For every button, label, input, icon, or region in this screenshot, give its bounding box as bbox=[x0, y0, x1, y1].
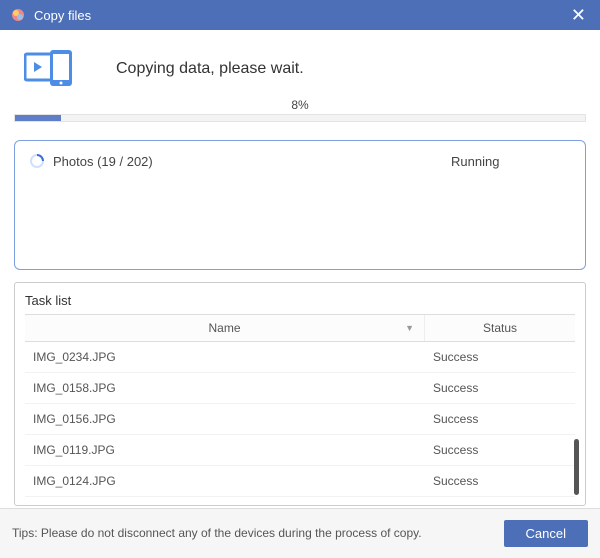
task-list-panel: Task list Name ▼ Status IMG_0234.JPG Suc… bbox=[14, 282, 586, 506]
cell-status: Success bbox=[425, 404, 575, 434]
column-header-status-label: Status bbox=[483, 321, 517, 335]
cell-name: IMG_0156.JPG bbox=[25, 404, 425, 434]
tips-text: Tips: Please do not disconnect any of th… bbox=[12, 525, 504, 541]
progress-percent-label: 8% bbox=[14, 98, 586, 112]
cell-name: IMG_0234.JPG bbox=[25, 342, 425, 372]
progress-bar bbox=[14, 114, 586, 122]
table-row: IMG_0158.JPG Success bbox=[25, 373, 575, 404]
cell-name: IMG_0119.JPG bbox=[25, 435, 425, 465]
current-task-panel: Photos (19 / 202) Running bbox=[14, 140, 586, 270]
cell-status: Success bbox=[425, 466, 575, 496]
current-task-label: Photos (19 / 202) bbox=[53, 154, 451, 169]
cell-status: Success bbox=[425, 342, 575, 372]
progress-area: 8% bbox=[0, 98, 600, 134]
table-header: Name ▼ Status bbox=[25, 314, 575, 342]
app-icon bbox=[10, 7, 26, 23]
progress-fill bbox=[15, 115, 61, 121]
column-header-name[interactable]: Name ▼ bbox=[25, 315, 425, 341]
close-icon[interactable]: ✕ bbox=[565, 5, 592, 26]
cell-status: Success bbox=[425, 373, 575, 403]
devices-icon bbox=[24, 48, 76, 90]
titlebar: Copy files ✕ bbox=[0, 0, 600, 30]
spinner-icon bbox=[29, 153, 45, 169]
sort-caret-icon: ▼ bbox=[405, 323, 414, 333]
current-task-status: Running bbox=[451, 154, 571, 169]
scrollbar-thumb[interactable] bbox=[574, 439, 579, 495]
cell-name: IMG_0124.JPG bbox=[25, 466, 425, 496]
table-body: IMG_0234.JPG Success IMG_0158.JPG Succes… bbox=[25, 342, 575, 497]
window-title: Copy files bbox=[34, 8, 565, 23]
column-header-name-label: Name bbox=[208, 321, 240, 335]
cell-status: Success bbox=[425, 435, 575, 465]
cancel-button[interactable]: Cancel bbox=[504, 520, 588, 547]
table-row: IMG_0119.JPG Success bbox=[25, 435, 575, 466]
table-row: IMG_0156.JPG Success bbox=[25, 404, 575, 435]
footer: Tips: Please do not disconnect any of th… bbox=[0, 508, 600, 558]
header: Copying data, please wait. bbox=[0, 30, 600, 98]
table-row: IMG_0124.JPG Success bbox=[25, 466, 575, 497]
column-header-status[interactable]: Status bbox=[425, 315, 575, 341]
header-message: Copying data, please wait. bbox=[116, 60, 304, 78]
task-list-title: Task list bbox=[25, 293, 575, 314]
cell-name: IMG_0158.JPG bbox=[25, 373, 425, 403]
table-row: IMG_0234.JPG Success bbox=[25, 342, 575, 373]
